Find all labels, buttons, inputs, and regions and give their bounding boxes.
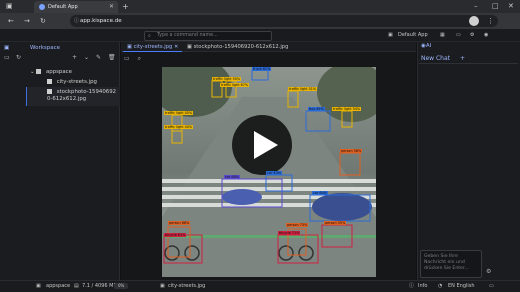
profile-avatar[interactable] — [469, 16, 479, 26]
maximize-button[interactable]: □ — [492, 0, 499, 13]
forward-button[interactable]: → — [24, 13, 30, 29]
image-file-icon — [47, 89, 52, 94]
detection-label: traffic light 50% — [212, 77, 242, 81]
editor-tab[interactable]: ▣ stockphoto-159406920-612x612.jpg — [183, 42, 292, 52]
delete-icon[interactable]: 🗑 — [108, 54, 116, 61]
detection-label: car 64% — [312, 191, 328, 195]
workspace-icon: ▣ — [4, 45, 10, 51]
editor-tab-label: city-streets.jpg — [133, 44, 173, 50]
bell-icon[interactable]: ◔ — [438, 280, 442, 292]
tree-root-label: appspace — [45, 69, 72, 75]
browser-menu-icon[interactable]: ▣ — [6, 0, 13, 13]
detection-label: truck 61% — [252, 67, 272, 71]
site-info-icon[interactable]: ⓘ — [74, 15, 79, 27]
detection-label: person 58% — [340, 149, 363, 153]
expand-icon[interactable]: ⌄ — [30, 69, 35, 75]
new-tab-button[interactable]: + — [122, 0, 129, 13]
tab-close-icon[interactable]: ✕ — [109, 1, 114, 13]
detection-label: person 73% — [286, 223, 309, 227]
status-file: city-streets.jpg — [168, 283, 206, 289]
address-bar[interactable]: ⓘ app.kispace.de — [70, 15, 498, 27]
info-icon: ⓘ — [409, 283, 415, 289]
eye-icon[interactable]: ◉ — [484, 29, 488, 42]
collapse-icon[interactable]: ▭ — [456, 29, 461, 42]
edit-icon[interactable]: ✎ — [96, 54, 101, 61]
detection-label: traffic light 51% — [288, 87, 318, 91]
tree-file-label: city-streets.jpg — [56, 79, 97, 85]
app-name[interactable]: Default App — [398, 29, 428, 42]
chat-tab[interactable]: ◉AI — [421, 43, 431, 49]
detection-label: bicycle 61% — [164, 233, 187, 237]
search-icon: ⌕ — [148, 33, 151, 39]
editor-tab-active[interactable]: ▣ city-streets.jpg ✕ — [123, 42, 183, 52]
workspace-toolbar: ▭ ↻ + ⌄ ✎ 🗑 — [2, 54, 118, 66]
back-button[interactable]: ← — [8, 13, 14, 29]
detection-image[interactable]: traffic light 50% traffic light 67% traffi… — [162, 67, 376, 277]
command-placeholder: Type a command name... — [157, 33, 218, 38]
image-file-icon — [47, 79, 52, 84]
tree-file[interactable]: city-streets.jpg — [47, 79, 97, 86]
status-workspace-icon: ▣ — [36, 283, 41, 289]
detection-label: person 55% — [324, 221, 347, 225]
status-memory: 7.1 / 4096 MB — [82, 283, 117, 289]
detection-label: car 88% — [224, 175, 240, 179]
detection-label: person 66% — [168, 221, 191, 225]
memory-icon: ▤ — [74, 283, 79, 289]
editor-tab-label: stockphoto-159406920-612x612.jpg — [193, 44, 289, 50]
reload-button[interactable]: ↻ — [40, 13, 46, 29]
tree-root[interactable]: ⌄ appspace — [30, 69, 72, 76]
app-icon: ▣ — [388, 32, 393, 38]
command-input[interactable]: ⌕ Type a command name... — [144, 31, 272, 41]
status-workspace[interactable]: appspace — [46, 280, 70, 292]
settings-icon[interactable]: ⚙ — [470, 29, 474, 42]
browser-kebab-icon[interactable]: ⋮ — [487, 13, 494, 29]
detection-label: bus 49% — [308, 107, 325, 111]
status-info[interactable]: Info — [418, 280, 427, 292]
detection-label: traffic light 67% — [220, 83, 250, 87]
window-close-button[interactable]: ✕ — [508, 0, 514, 13]
detection-label: traffic light 54% — [332, 107, 362, 111]
workspace-sidebar — [0, 42, 120, 280]
folder-icon[interactable]: ▭ — [4, 54, 10, 61]
detection-label: car 43% — [266, 171, 282, 175]
status-language[interactable]: EN English — [448, 280, 475, 292]
favicon-icon — [39, 4, 45, 10]
panel-icon[interactable]: ▭ — [489, 280, 494, 292]
detection-label: traffic light 45% — [164, 111, 194, 115]
new-chat-tab[interactable]: New Chat + — [421, 55, 465, 62]
browser-tab-title: Default App — [48, 4, 78, 10]
add-icon[interactable]: + — [72, 54, 77, 61]
browser-tab[interactable]: Default App ✕ — [34, 1, 118, 13]
add-chat-button[interactable]: + — [460, 55, 465, 62]
chat-settings-icon[interactable]: ⚙ — [486, 268, 491, 275]
refresh-icon[interactable]: ↻ — [16, 54, 21, 61]
dropdown-icon[interactable]: ⌄ — [84, 54, 89, 61]
minimize-button[interactable]: – — [474, 0, 478, 13]
folder-icon — [36, 69, 42, 74]
new-chat-label: New Chat — [421, 55, 451, 62]
tree-file-label: stockphoto-159406920-612x612.jpg — [47, 89, 117, 102]
divider — [419, 63, 518, 64]
split-icon[interactable]: ▭ — [124, 55, 130, 62]
grid-icon[interactable]: ▦ — [440, 29, 445, 42]
url-text: app.kispace.de — [80, 18, 122, 24]
detection-label: bicycle 71% — [278, 231, 301, 235]
tab-close-icon[interactable]: ✕ — [174, 44, 178, 50]
editor-toolbar: ▭ ⌕ — [124, 55, 141, 63]
tree-file[interactable]: stockphoto-159406920-612x612.jpg — [47, 89, 119, 103]
file-icon: ▣ — [160, 283, 165, 289]
progress-label: 0% — [118, 283, 125, 288]
chat-input[interactable]: Geben Sie Ihre Nachricht ein und drücken… — [420, 250, 482, 278]
chat-panel — [417, 42, 520, 280]
workspace-title: Workspace — [30, 45, 61, 51]
detection-label: traffic light 40% — [164, 125, 194, 129]
chat-tab-label: AI — [425, 43, 432, 49]
zoom-icon[interactable]: ⌕ — [138, 55, 141, 62]
